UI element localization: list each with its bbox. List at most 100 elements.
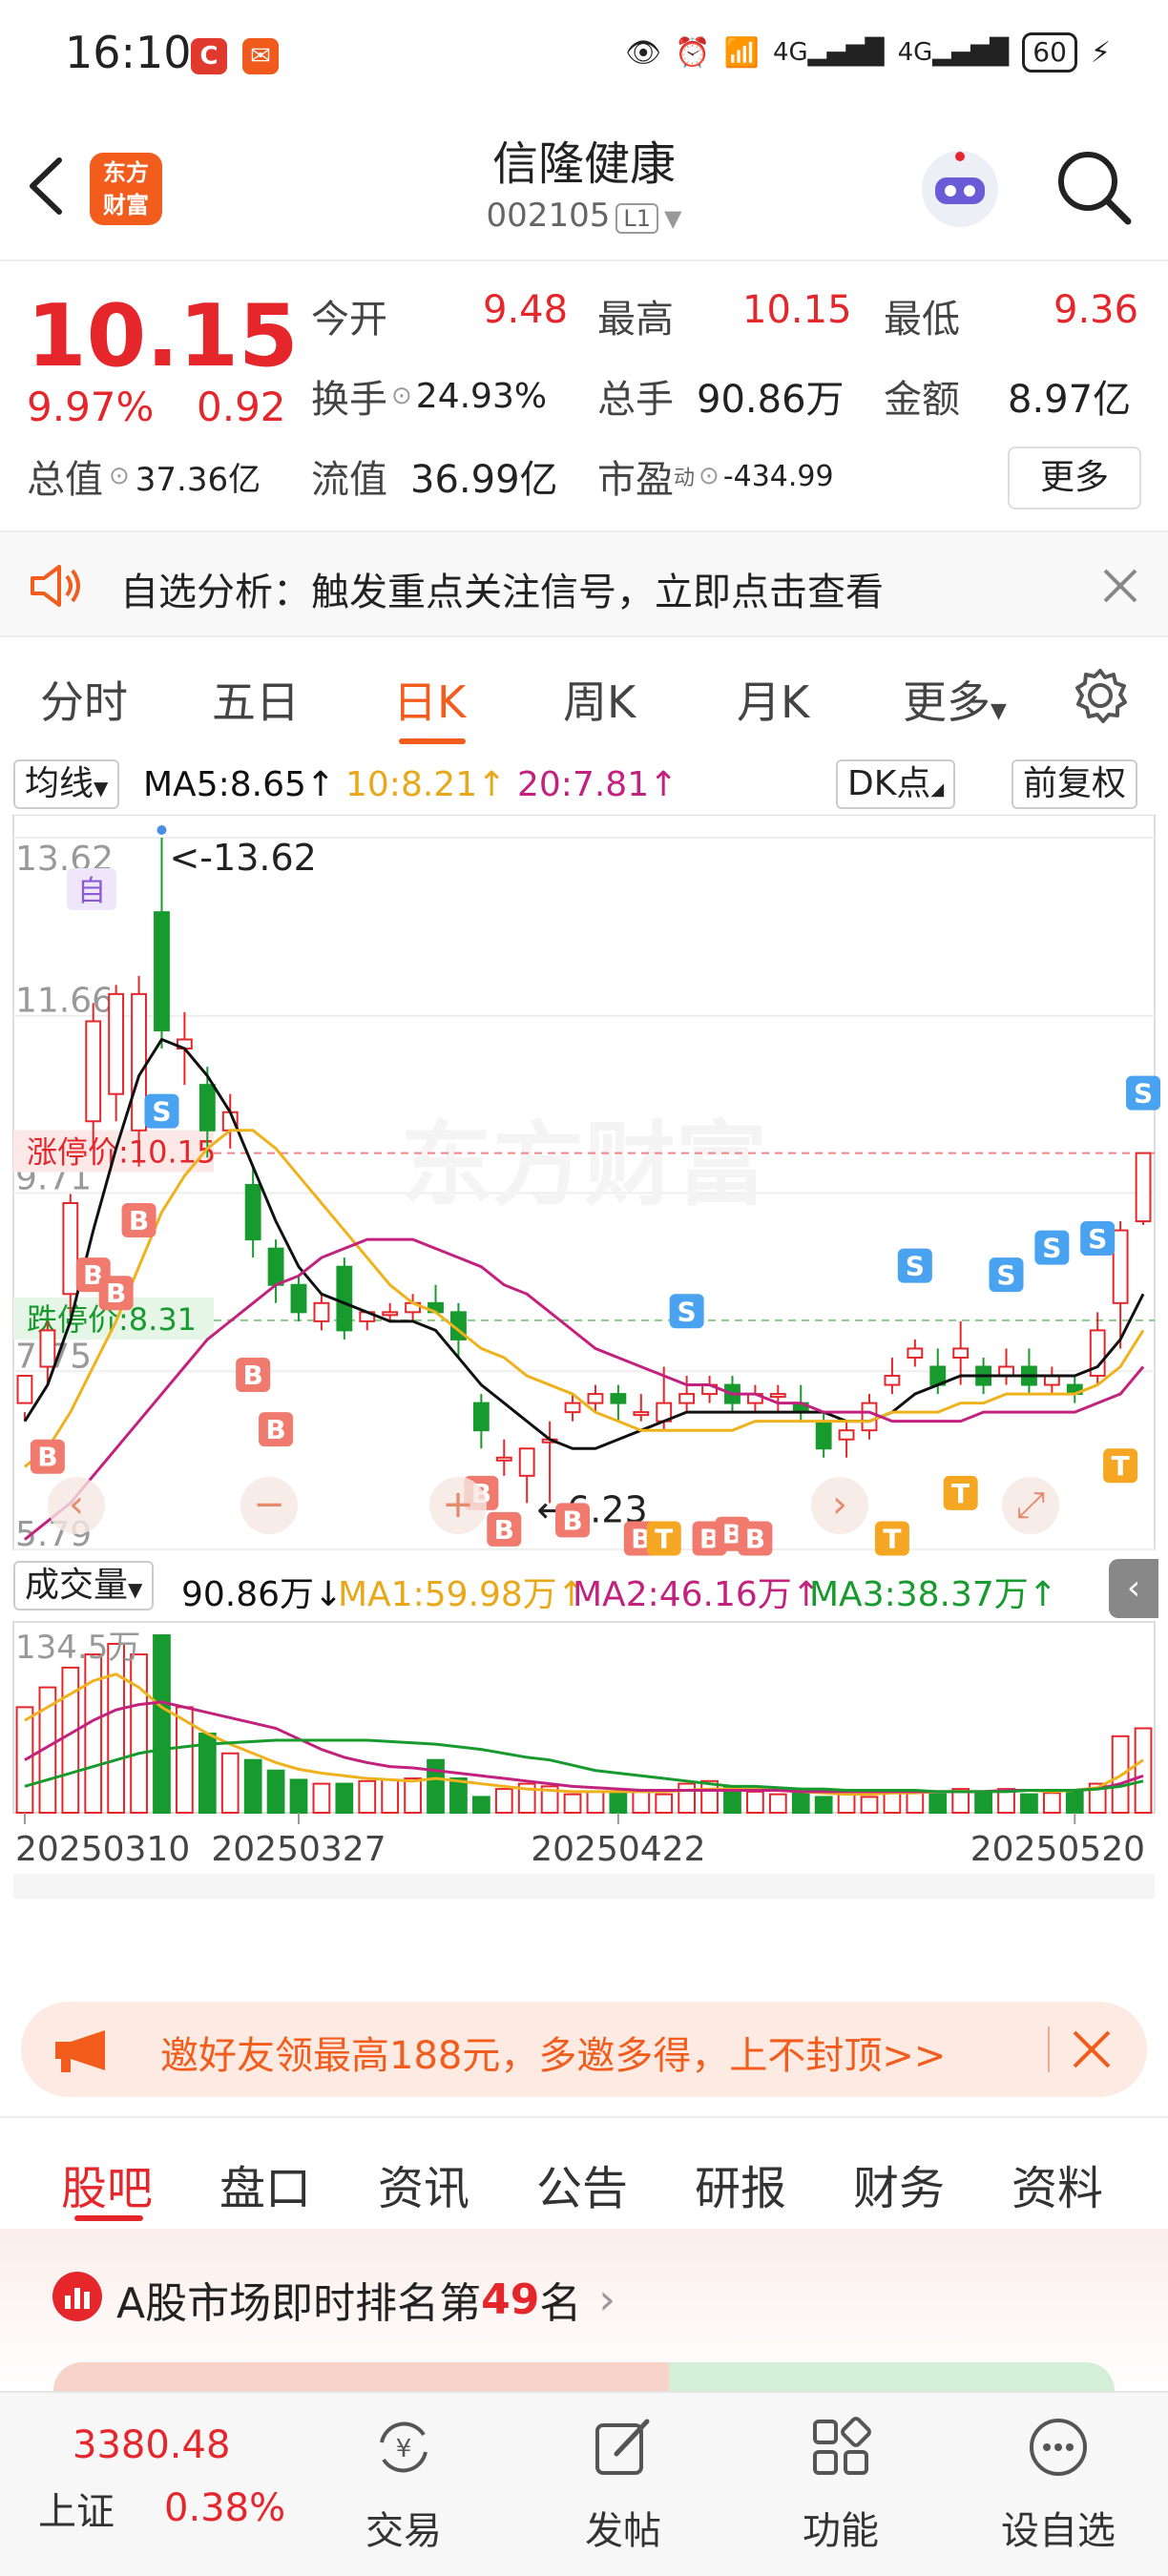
- fullscreen-icon: ⤢: [1016, 1484, 1045, 1526]
- grid-icon: [813, 2417, 871, 2475]
- volume-bar-up: [130, 1653, 148, 1815]
- ma5-line: [23, 1037, 1145, 1450]
- turn-signal-marker-letter: T: [951, 1478, 970, 1509]
- candle-up: [587, 1393, 604, 1404]
- volume-bar-up: [312, 1782, 331, 1815]
- turnover-label: 换手: [311, 378, 387, 422]
- volume-bar-down: [609, 1792, 628, 1814]
- tab-weekly-k[interactable]: 周K: [563, 668, 636, 731]
- self-tag: 自: [77, 875, 106, 908]
- volume-bar-down: [289, 1778, 308, 1814]
- turn-signal-marker-letter: T: [1112, 1450, 1130, 1482]
- volume-bar-up: [107, 1642, 126, 1814]
- volume-bar-up: [906, 1790, 925, 1814]
- tab-more[interactable]: 更多▼: [903, 668, 1007, 731]
- sell-signal-marker-letter: S: [1088, 1223, 1107, 1255]
- chevron-down-icon[interactable]: ▼: [664, 205, 681, 232]
- rank-number: 49: [481, 2275, 540, 2324]
- trade-icon: ¥: [380, 2421, 428, 2473]
- svg-text:¥: ¥: [396, 2435, 412, 2463]
- adjust-button[interactable]: 前复权: [1012, 759, 1138, 809]
- max-point-dot: [156, 825, 167, 835]
- gear-icon[interactable]: [1071, 666, 1130, 725]
- signal-icon-2: 4G▂▄▆█: [897, 38, 1010, 67]
- kline-chart[interactable]: 13.6211.669.717.755.79东方财富涨停价:10.15跌停价:8…: [0, 815, 1168, 1979]
- candle-up: [884, 1375, 901, 1386]
- close-icon[interactable]: [1071, 2028, 1113, 2070]
- buy-signal-marker-letter: B: [562, 1505, 582, 1536]
- caret-down-icon: ▼: [128, 1578, 143, 1601]
- status-bar: 16:10 C ✉ 👁 ⏰ 📶 4G▂▄▆█ 4G▂▄▆█ 60 ⚡: [0, 0, 1168, 114]
- candle-up: [1135, 1152, 1152, 1223]
- tab-announcements[interactable]: 公告: [536, 2150, 628, 2217]
- volume-bar-up: [1042, 1792, 1061, 1814]
- tab-profile[interactable]: 资料: [1012, 2150, 1103, 2217]
- volume-bar-up: [1134, 1727, 1153, 1815]
- more-button[interactable]: 更多: [1008, 447, 1141, 509]
- change-value: 0.92: [197, 384, 286, 430]
- promo-banner[interactable]: 邀好友领最高188元，多邀多得，上不封顶>>: [21, 2002, 1147, 2097]
- candle-down: [815, 1420, 832, 1450]
- buy-signal-marker-letter: B: [265, 1414, 285, 1445]
- signal-notice-bar[interactable]: 自选分析：触发重点关注信号，立即点击查看: [0, 530, 1168, 637]
- candle-up: [495, 1456, 512, 1462]
- volume-bar-up: [678, 1782, 697, 1815]
- tab-monthly-k[interactable]: 月K: [737, 668, 809, 731]
- tab-guba[interactable]: 股吧: [61, 2150, 153, 2217]
- y-tick-label: 11.66: [15, 982, 114, 1021]
- tab-finance[interactable]: 财务: [853, 2150, 945, 2217]
- ma-selector[interactable]: 均线▼: [13, 759, 120, 809]
- info-icon[interactable]: ⊙: [391, 382, 412, 410]
- dk-point-button[interactable]: DK点◢: [836, 759, 956, 809]
- x-tick-label: 20250327: [211, 1830, 386, 1869]
- status-time: 16:10: [65, 27, 192, 78]
- nav-add-watchlist[interactable]: 设自选: [987, 2414, 1130, 2555]
- current-price: 10.15: [27, 286, 299, 386]
- candle-up: [131, 992, 147, 1132]
- volume-selector[interactable]: 成交量▼: [13, 1561, 155, 1610]
- tab-five-day[interactable]: 五日: [212, 668, 300, 731]
- buy-signal-marker-letter: B: [37, 1442, 57, 1473]
- market-rank-card[interactable]: A股市场即时排名第 49 名 ›: [0, 2229, 1168, 2400]
- index-value: 3380.48: [73, 2423, 231, 2467]
- alarm-icon: ⏰: [675, 35, 711, 70]
- nav-trade[interactable]: ¥ 交易: [332, 2414, 475, 2555]
- info-icon[interactable]: ⊙: [109, 462, 130, 490]
- kline-panel: 均线▼ MA5:8.65↑ 10:8.21↑ 20:7.81↑ DK点◢ 前复权…: [0, 754, 1168, 1975]
- volume-bar-down: [814, 1796, 833, 1814]
- tab-pankou[interactable]: 盘口: [219, 2150, 311, 2217]
- divider: [1048, 2026, 1050, 2072]
- candle-up: [838, 1429, 855, 1441]
- tab-news[interactable]: 资讯: [378, 2150, 469, 2217]
- search-icon[interactable]: [1053, 147, 1136, 229]
- x-tick-label: 20250310: [15, 1830, 190, 1869]
- candle-up: [85, 1020, 102, 1123]
- volume-bar-down: [974, 1790, 992, 1814]
- low-value: 9.36: [1053, 288, 1139, 332]
- nav-post[interactable]: 发帖: [552, 2414, 695, 2555]
- tab-daily-k[interactable]: 日K: [393, 668, 466, 731]
- period-tabs: 分时 五日 日K 周K 月K 更多▼: [0, 637, 1168, 752]
- robot-assistant-icon[interactable]: [914, 143, 1006, 235]
- candle-up: [518, 1447, 535, 1477]
- volume-bar-up: [220, 1752, 240, 1815]
- volume-bar-up: [358, 1779, 377, 1815]
- vol-ma3-label: MA3:38.37万↑: [809, 1575, 1057, 1614]
- level-badge[interactable]: L1: [615, 203, 658, 234]
- signal-icon: 4G▂▄▆█: [772, 38, 885, 67]
- rank-text: A股市场即时排名第 49 名 ›: [116, 2269, 615, 2330]
- candle-up: [313, 1301, 330, 1322]
- pe-label: 市盈: [597, 458, 674, 502]
- collapse-panel-icon[interactable]: ‹: [1109, 1559, 1158, 1618]
- info-icon[interactable]: ⊙: [699, 462, 720, 490]
- index-widget[interactable]: 3380.48 上证 0.38%: [38, 2423, 285, 2536]
- sell-signal-marker-letter: S: [906, 1251, 925, 1282]
- candle-up: [907, 1347, 924, 1359]
- tab-more-label: 更多: [903, 676, 991, 728]
- turnover-value: 24.93%: [415, 376, 548, 416]
- nav-functions[interactable]: 功能: [769, 2414, 912, 2555]
- x-tick-label: 20250422: [531, 1830, 705, 1869]
- close-icon[interactable]: [1101, 567, 1139, 605]
- tab-intraday[interactable]: 分时: [40, 668, 128, 731]
- tab-research[interactable]: 研报: [695, 2150, 786, 2217]
